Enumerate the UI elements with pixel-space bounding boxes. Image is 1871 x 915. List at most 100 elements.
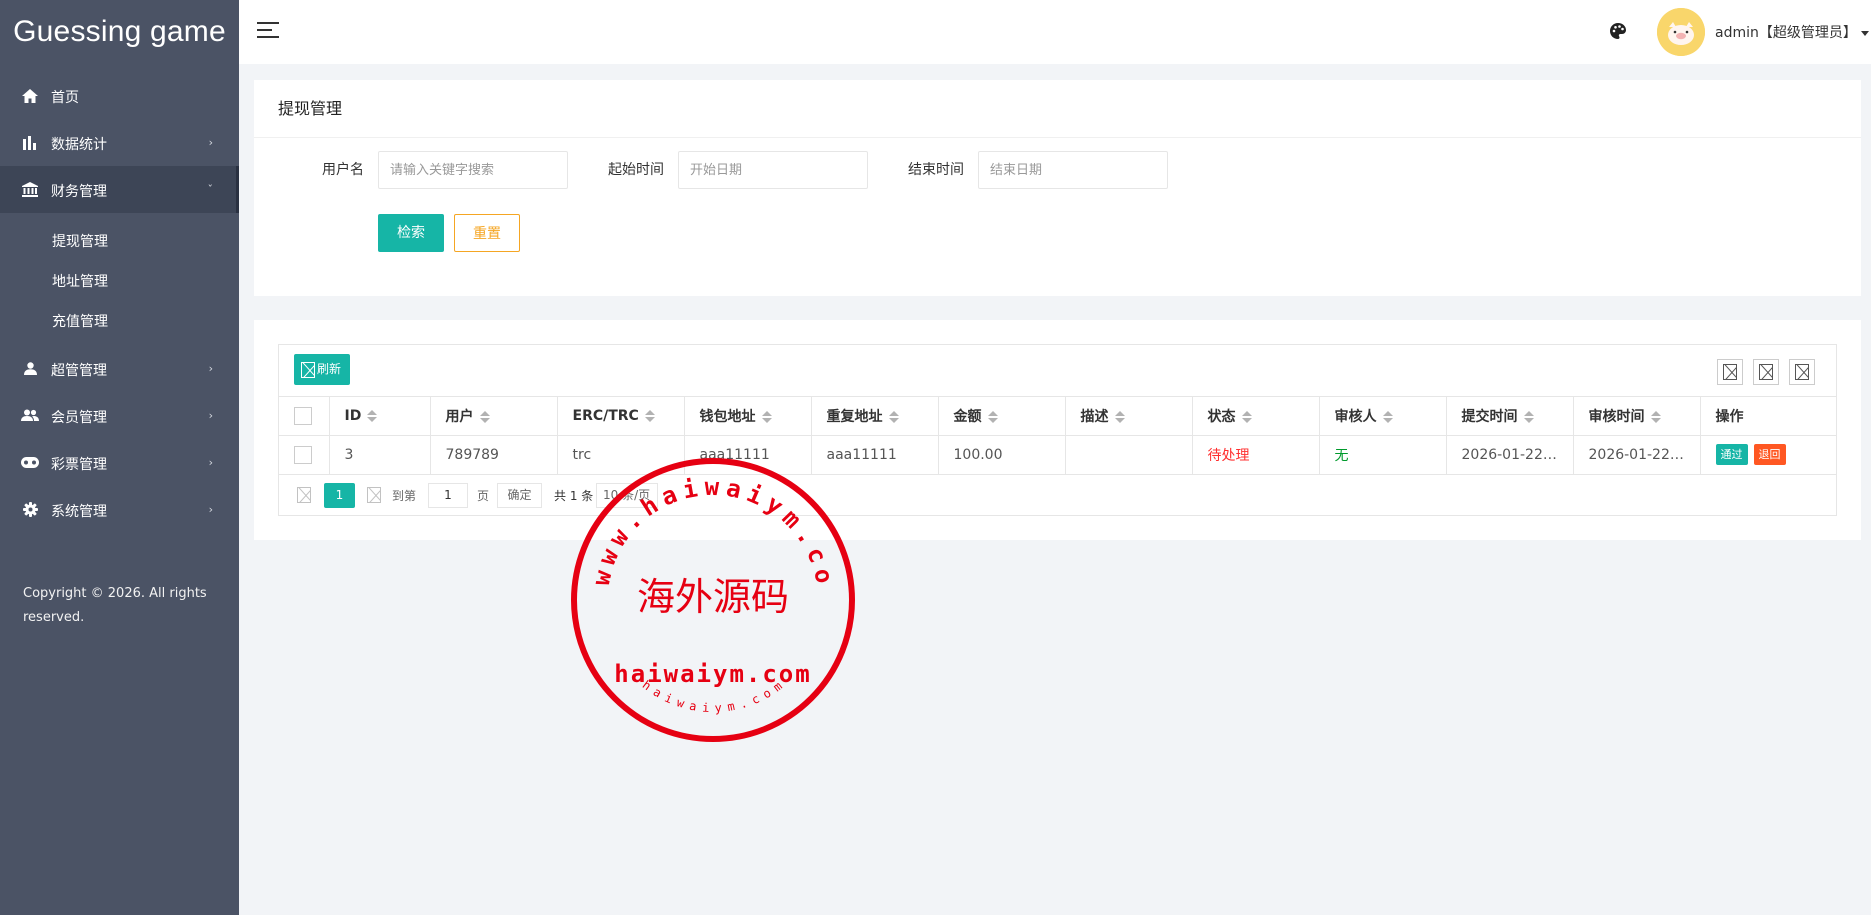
sidebar-item-home[interactable]: 首页 — [0, 72, 239, 119]
sidebar-item-label: 首页 — [51, 89, 79, 106]
cell-wallet: aaa11111 — [684, 435, 812, 475]
column-header[interactable]: 提交时间 — [1446, 397, 1574, 436]
goto-page-input[interactable] — [428, 482, 468, 508]
cell-id: 3 — [329, 435, 431, 475]
chevron-right-icon: › — [208, 362, 213, 375]
table-header-row: ID 用户 ERC/TRC 钱包地址 重复地址 金额 描述 状态 审核人 提交时… — [279, 397, 1836, 436]
table-toolbar: 刷新 — [279, 345, 1836, 397]
reject-button[interactable]: 退回 — [1753, 444, 1786, 465]
column-header[interactable]: 审核时间 — [1573, 397, 1701, 436]
table-row: 3 789789 trc aaa11111 aaa11111 100.00 待处… — [279, 435, 1836, 475]
sidebar-item-finance[interactable]: 财务管理 ˇ — [0, 166, 239, 213]
page-title: 提现管理 — [254, 80, 1861, 138]
search-form: 用户名 起始时间 结束时间 — [254, 151, 1861, 189]
sort-icon[interactable] — [1650, 410, 1661, 423]
refresh-button[interactable]: 刷新 — [294, 354, 351, 385]
cell-status: 待处理 — [1192, 435, 1320, 475]
pagination: 1 到第 页 确定 共 1 条 10 条/页 — [279, 475, 1836, 515]
reset-button[interactable]: 重置 — [454, 214, 520, 252]
page-size-select[interactable]: 10 条/页 — [596, 482, 658, 508]
caret-down-icon — [1860, 30, 1869, 36]
sidebar-item-label: 彩票管理 — [51, 456, 107, 473]
sidebar-subitem-address[interactable]: 地址管理 — [0, 261, 239, 301]
search-panel: 提现管理 用户名 起始时间 结束时间 检索 重置 — [254, 80, 1861, 296]
sidebar-item-label: 数据统计 — [51, 136, 107, 153]
page-unit-label: 页 — [477, 488, 490, 503]
sidebar-item-super-admin[interactable]: 超管管理 › — [0, 345, 239, 392]
refresh-label: 刷新 — [317, 362, 342, 376]
column-header[interactable]: 状态 — [1192, 397, 1320, 436]
stamp-center-text: 海外源码 — [637, 575, 789, 619]
chevron-right-icon: › — [208, 136, 213, 149]
next-page-icon[interactable] — [367, 486, 381, 503]
sort-icon[interactable] — [479, 410, 490, 423]
sidebar-item-label: 系统管理 — [51, 503, 107, 520]
sidebar-item-members[interactable]: 会员管理 › — [0, 392, 239, 439]
sidebar-subitem-recharge[interactable]: 充值管理 — [0, 301, 239, 341]
user-menu[interactable]: admin【超级管理员】 — [1715, 22, 1869, 42]
search-button[interactable]: 检索 — [378, 214, 444, 252]
sort-icon[interactable] — [1523, 410, 1534, 423]
sort-icon[interactable] — [888, 410, 899, 423]
column-header[interactable]: 用户 — [430, 397, 558, 436]
bar-chart-icon — [20, 135, 40, 151]
data-table-container: 刷新 ID 用户 ERC/TRC 钱包地址 重复地址 金额 描述 状态 审核人 … — [278, 344, 1837, 516]
column-header[interactable]: 金额 — [938, 397, 1066, 436]
end-time-label: 结束时间 — [908, 162, 964, 178]
sort-icon[interactable] — [1114, 410, 1125, 423]
chevron-down-icon: ˇ — [207, 183, 214, 196]
sort-icon[interactable] — [1382, 410, 1393, 423]
copyright-text: Copyright © 2026. All rights reserved. — [23, 586, 207, 625]
sort-icon[interactable] — [644, 409, 655, 422]
column-header[interactable]: 审核人 — [1319, 397, 1447, 436]
cell-reviewer: 无 — [1319, 435, 1447, 475]
column-filter-icon[interactable] — [1717, 359, 1743, 385]
sidebar-item-system[interactable]: 系统管理 › — [0, 486, 239, 533]
goto-confirm-button[interactable]: 确定 — [497, 482, 542, 508]
sidebar: Guessing game 首页 数据统计 › 财务管理 ˇ 提现管理 地址管理… — [0, 0, 239, 915]
avatar[interactable] — [1657, 8, 1705, 56]
column-header[interactable]: ID — [329, 397, 431, 436]
cell-actions: 通过 退回 — [1700, 435, 1836, 475]
start-time-label: 起始时间 — [608, 162, 664, 178]
palette-icon[interactable] — [1609, 22, 1627, 40]
row-checkbox[interactable] — [294, 445, 312, 464]
start-date-input[interactable] — [678, 151, 868, 189]
end-date-input[interactable] — [978, 151, 1168, 189]
prev-page-icon[interactable] — [297, 486, 311, 503]
top-header: admin【超级管理员】 — [239, 0, 1871, 64]
users-icon — [20, 408, 40, 424]
column-header[interactable]: 描述 — [1065, 397, 1193, 436]
cell-user: 789789 — [430, 435, 558, 475]
column-header: 操作 — [1700, 397, 1836, 436]
menu-toggle-icon[interactable] — [257, 22, 279, 40]
export-icon[interactable] — [1753, 359, 1779, 385]
column-header[interactable]: ERC/TRC — [557, 397, 685, 436]
sidebar-item-label: 财务管理 — [51, 183, 107, 200]
user-icon — [20, 361, 40, 377]
brand-title: Guessing game — [13, 15, 226, 48]
sort-icon[interactable] — [1241, 410, 1252, 423]
page-number-current[interactable]: 1 — [324, 482, 355, 508]
sidebar-item-stats[interactable]: 数据统计 › — [0, 119, 239, 166]
column-header[interactable]: 重复地址 — [811, 397, 939, 436]
column-header[interactable]: 钱包地址 — [684, 397, 812, 436]
username-input[interactable] — [378, 151, 568, 189]
finance-submenu: 提现管理 地址管理 充值管理 — [0, 213, 239, 345]
print-icon[interactable] — [1789, 359, 1815, 385]
sidebar-item-lottery[interactable]: 彩票管理 › — [0, 439, 239, 486]
home-icon — [20, 88, 40, 104]
stamp-bottom-text: haiwaiym.com — [640, 675, 790, 715]
approve-button[interactable]: 通过 — [1715, 444, 1748, 465]
cell-review-time: 2026-01-22 ... — [1573, 435, 1701, 475]
gear-icon — [20, 502, 40, 518]
username-label: 用户名 — [322, 162, 364, 178]
sort-icon[interactable] — [987, 410, 998, 423]
select-all-checkbox[interactable] — [294, 406, 312, 425]
table-panel: 刷新 ID 用户 ERC/TRC 钱包地址 重复地址 金额 描述 状态 审核人 … — [254, 320, 1861, 540]
total-count: 共 1 条 — [554, 488, 594, 503]
sort-icon[interactable] — [367, 409, 378, 422]
chevron-right-icon: › — [208, 456, 213, 469]
sort-icon[interactable] — [761, 410, 772, 423]
sidebar-subitem-withdraw[interactable]: 提现管理 — [0, 221, 239, 261]
